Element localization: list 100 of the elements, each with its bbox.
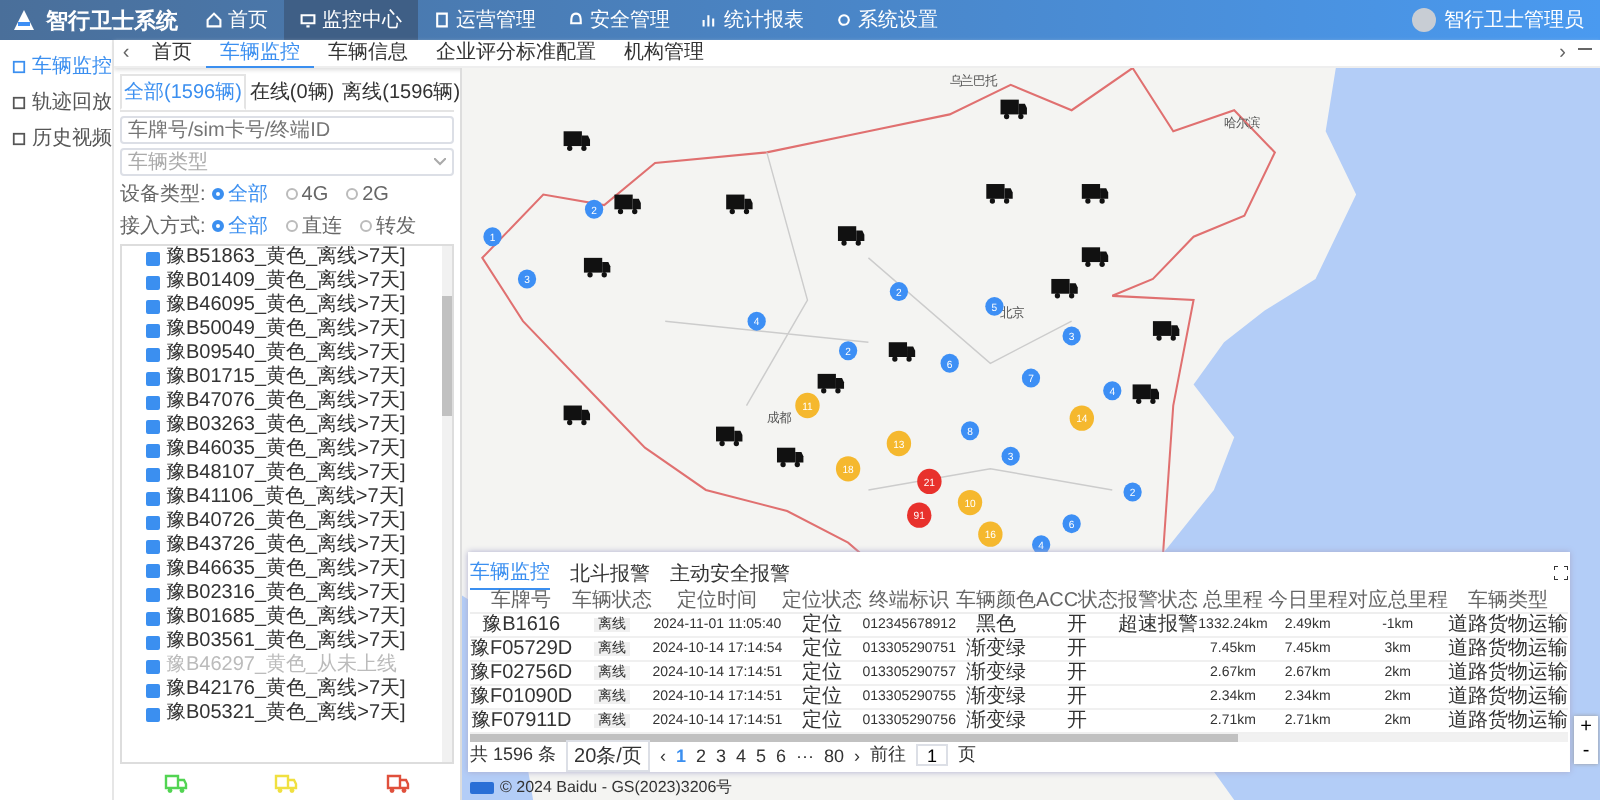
column-header: 对应总里程 bbox=[1347, 590, 1448, 613]
scrollbar[interactable] bbox=[470, 734, 1568, 742]
radio-option[interactable]: 直连 bbox=[285, 212, 342, 240]
checkbox[interactable] bbox=[146, 347, 160, 361]
vehicle-label[interactable]: 豫B41106_黄色_离线>7天] bbox=[166, 486, 405, 510]
checkbox[interactable] bbox=[146, 587, 160, 601]
truck-icon bbox=[1000, 99, 1027, 120]
checkbox[interactable] bbox=[146, 491, 160, 505]
scrollbar[interactable] bbox=[442, 246, 452, 762]
vehicle-label[interactable]: 豫B46095_黄色_离线>7天] bbox=[166, 294, 406, 318]
vehicle-label[interactable]: 豫B46635_黄色_离线>7天] bbox=[166, 558, 406, 582]
zoom-out-button[interactable]: - bbox=[1574, 740, 1598, 764]
table-cell: 开 bbox=[1036, 637, 1119, 661]
next-page-button[interactable]: › bbox=[854, 745, 861, 765]
vehicle-label[interactable]: 豫B42176_黄色_离线>7天] bbox=[166, 678, 406, 702]
checkbox[interactable] bbox=[146, 635, 160, 649]
radio-option[interactable]: 转发 bbox=[359, 212, 416, 240]
table-cell: 道路货物运输 bbox=[1447, 637, 1568, 661]
filter-tab[interactable]: 在线(0辆) bbox=[245, 74, 339, 110]
user-name[interactable]: 智行卫士管理员 bbox=[1444, 6, 1584, 34]
page-link[interactable]: 4 bbox=[735, 745, 746, 765]
filter-label: 设备类型: bbox=[120, 181, 206, 208]
checkbox[interactable] bbox=[146, 419, 160, 433]
page-link[interactable]: 80 bbox=[824, 745, 845, 765]
page-tab[interactable]: 首页 bbox=[138, 40, 206, 66]
avatar-icon[interactable] bbox=[1412, 8, 1436, 32]
vehicle-label[interactable]: 豫B01715_黄色_离线>7天] bbox=[166, 366, 406, 390]
checkbox[interactable] bbox=[146, 515, 160, 529]
checkbox[interactable] bbox=[146, 539, 160, 553]
radio-option[interactable]: 4G bbox=[285, 183, 329, 205]
filter-tab[interactable]: 离线(1596辆) bbox=[338, 74, 465, 110]
panel-tab[interactable]: 北斗报警 bbox=[570, 557, 650, 589]
panel-tab[interactable]: 主动安全报警 bbox=[670, 557, 790, 589]
page-link[interactable]: 1 bbox=[675, 745, 686, 765]
nav-tab[interactable]: 统计报表 bbox=[686, 0, 820, 40]
checkbox[interactable] bbox=[146, 467, 160, 481]
sidebar-item[interactable]: 历史视频 bbox=[0, 120, 112, 156]
checkbox[interactable] bbox=[146, 611, 160, 625]
page-tab[interactable]: 企业评分标准配置 bbox=[422, 40, 610, 66]
nav-tab[interactable]: 运营管理 bbox=[418, 0, 552, 40]
checkbox[interactable] bbox=[146, 251, 160, 265]
zoom-in-button[interactable]: + bbox=[1574, 716, 1598, 740]
checkbox[interactable] bbox=[146, 563, 160, 577]
page-tab[interactable]: 机构管理 bbox=[610, 40, 718, 66]
vehicle-label[interactable]: 豫B01685_黄色_离线>7天] bbox=[166, 606, 406, 630]
nav-tab[interactable]: 监控中心 bbox=[284, 0, 418, 40]
table-cell: 豫F01090D bbox=[470, 685, 573, 709]
prev-page-button[interactable]: ‹ bbox=[659, 745, 666, 765]
radio-option[interactable]: 2G bbox=[346, 183, 389, 205]
checkbox[interactable] bbox=[146, 395, 160, 409]
table-cell: 渐变绿 bbox=[955, 637, 1036, 661]
sidebar-item[interactable]: 轨迹回放 bbox=[0, 84, 112, 120]
minus-icon[interactable] bbox=[1578, 42, 1592, 56]
page-tab[interactable]: 车辆监控 bbox=[206, 39, 314, 67]
vehicle-label[interactable]: 豫B09540_黄色_离线>7天] bbox=[166, 342, 406, 366]
radio-option[interactable]: 全部 bbox=[211, 212, 268, 240]
vehicle-label[interactable]: 豫B47076_黄色_离线>7天] bbox=[166, 390, 406, 414]
column-header: 今日里程 bbox=[1267, 590, 1348, 613]
page-link[interactable]: ··· bbox=[796, 745, 815, 765]
checkbox[interactable] bbox=[146, 323, 160, 337]
checkbox[interactable] bbox=[146, 443, 160, 457]
page-tab[interactable]: 车辆信息 bbox=[314, 40, 422, 66]
vehicle-label[interactable]: 豫B02316_黄色_离线>7天] bbox=[166, 582, 406, 606]
vehicle-label[interactable]: 豫B01409_黄色_离线>7天] bbox=[166, 270, 406, 294]
nav-tab[interactable]: 系统设置 bbox=[820, 0, 954, 40]
vehicle-label[interactable]: 豫B03263_黄色_离线>7天] bbox=[166, 414, 406, 438]
vehicle-label[interactable]: 豫B43726_黄色_离线>7天] bbox=[166, 534, 406, 558]
checkbox[interactable] bbox=[146, 371, 160, 385]
filter-tab[interactable]: 全部(1596辆) bbox=[120, 74, 246, 110]
radio-option[interactable]: 全部 bbox=[211, 180, 268, 208]
search-field[interactable]: 车牌号/sim卡号/终端ID bbox=[120, 116, 454, 144]
checkbox[interactable] bbox=[146, 683, 160, 697]
fullscreen-icon[interactable] bbox=[1554, 566, 1568, 580]
column-header: 定位状态 bbox=[782, 590, 863, 613]
vehicle-label[interactable]: 豫B50049_黄色_离线>7天] bbox=[166, 318, 406, 342]
page-input[interactable]: 1 bbox=[916, 744, 949, 766]
vehicle-label[interactable]: 豫B48107_黄色_离线>7天] bbox=[166, 462, 406, 486]
column-header: 终端标识 bbox=[862, 590, 956, 613]
page-link[interactable]: 3 bbox=[715, 745, 726, 765]
checkbox[interactable] bbox=[146, 299, 160, 313]
checkbox[interactable] bbox=[146, 275, 160, 289]
table-cell: 渐变绿 bbox=[955, 685, 1036, 709]
page-link[interactable]: 6 bbox=[776, 745, 787, 765]
vehicle-label[interactable]: 豫B05321_黄色_离线>7天] bbox=[166, 702, 406, 726]
vehicle-label[interactable]: 豫B40726_黄色_离线>7天] bbox=[166, 510, 406, 534]
tabs-next-button[interactable]: › bbox=[1559, 42, 1566, 64]
nav-tab[interactable]: 首页 bbox=[190, 0, 284, 40]
panel-tab[interactable]: 车辆监控 bbox=[470, 556, 550, 590]
vehicle-label[interactable]: 豫B46035_黄色_离线>7天] bbox=[166, 438, 406, 462]
page-size-select[interactable]: 20条/页 bbox=[566, 739, 650, 771]
nav-tab[interactable]: 安全管理 bbox=[552, 0, 686, 40]
table-cell: 定位 bbox=[782, 637, 863, 661]
column-header: 总里程 bbox=[1198, 590, 1268, 613]
tabs-prev-button[interactable]: ‹ bbox=[114, 42, 138, 64]
page-link[interactable]: 2 bbox=[695, 745, 706, 765]
checkbox[interactable] bbox=[146, 707, 160, 721]
sidebar-item[interactable]: 车辆监控 bbox=[0, 48, 112, 84]
vehicle-label[interactable]: 豫B03561_黄色_离线>7天] bbox=[166, 630, 406, 654]
page-link[interactable]: 5 bbox=[756, 745, 767, 765]
checkbox[interactable] bbox=[146, 659, 160, 673]
